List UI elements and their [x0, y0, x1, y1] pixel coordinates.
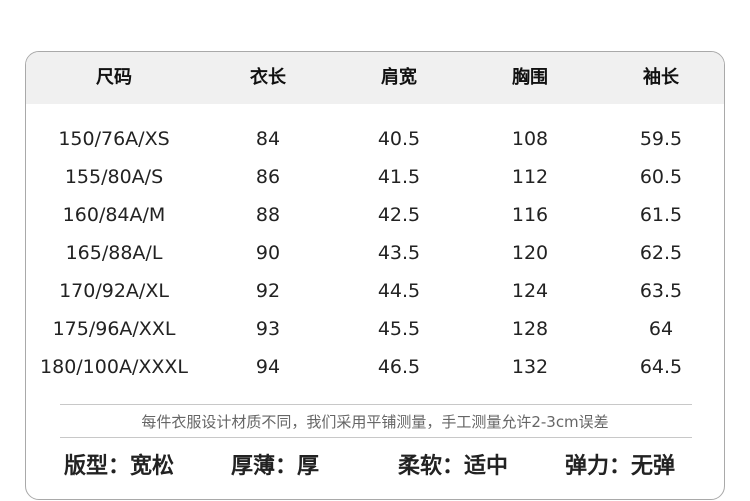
cell-length: 90: [255, 242, 281, 264]
thickness-attribute: 厚薄：厚: [231, 454, 320, 479]
cell-chest: 116: [511, 204, 549, 226]
header-chest: 胸围: [512, 67, 548, 88]
cell-size: 150/76A/XS: [58, 128, 170, 150]
cell-size: 160/84A/M: [62, 204, 166, 226]
cell-sleeve: 62.5: [639, 242, 683, 264]
cell-length: 88: [255, 204, 281, 226]
cell-chest: 120: [511, 242, 549, 264]
size-chart-card: 尺码 衣长 肩宽 胸围 袖长 150/76A/XS 84 40.5 108 59…: [25, 51, 725, 500]
cell-shoulder: 42.5: [377, 204, 421, 226]
cell-chest: 128: [511, 318, 549, 340]
header-length: 衣长: [250, 67, 286, 88]
cell-shoulder: 40.5: [377, 128, 421, 150]
cell-chest: 108: [511, 128, 549, 150]
measurement-note: 每件衣服设计材质不同，我们采用平铺测量，手工测量允许2-3cm误差: [141, 413, 609, 431]
cell-sleeve: 64: [648, 318, 674, 340]
fit-attribute: 版型：宽松: [64, 454, 175, 479]
cell-size: 180/100A/XXXL: [40, 356, 188, 378]
cell-sleeve: 63.5: [639, 280, 683, 302]
cell-chest: 124: [511, 280, 549, 302]
table-row: 150/76A/XS 84 40.5 108 59.5: [26, 120, 724, 158]
table-row: 180/100A/XXXL 94 46.5 132 64.5: [26, 348, 724, 386]
cell-sleeve: 64.5: [639, 356, 683, 378]
table-row: 170/92A/XL 92 44.5 124 63.5: [26, 272, 724, 310]
softness-attribute: 柔软：适中: [398, 454, 509, 479]
table-row: 165/88A/L 90 43.5 120 62.5: [26, 234, 724, 272]
cell-sleeve: 60.5: [639, 166, 683, 188]
cell-shoulder: 43.5: [377, 242, 421, 264]
cell-length: 92: [255, 280, 281, 302]
cell-shoulder: 44.5: [377, 280, 421, 302]
cell-size: 165/88A/L: [65, 242, 163, 264]
elasticity-attribute: 弹力：无弹: [565, 454, 676, 479]
cell-chest: 132: [511, 356, 549, 378]
header-size: 尺码: [96, 67, 132, 88]
cell-size: 170/92A/XL: [59, 280, 169, 302]
note-divider-top: [60, 404, 692, 405]
cell-sleeve: 59.5: [639, 128, 683, 150]
cell-length: 93: [255, 318, 281, 340]
table-row: 155/80A/S 86 41.5 112 60.5: [26, 158, 724, 196]
table-row: 175/96A/XXL 93 45.5 128 64: [26, 310, 724, 348]
table-row: 160/84A/M 88 42.5 116 61.5: [26, 196, 724, 234]
cell-size: 155/80A/S: [64, 166, 164, 188]
cell-shoulder: 41.5: [377, 166, 421, 188]
cell-length: 84: [255, 128, 281, 150]
cell-shoulder: 45.5: [377, 318, 421, 340]
note-divider-bottom: [60, 437, 692, 438]
cell-length: 94: [255, 356, 281, 378]
cell-size: 175/96A/XXL: [52, 318, 176, 340]
cell-length: 86: [255, 166, 281, 188]
cell-chest: 112: [511, 166, 549, 188]
cell-shoulder: 46.5: [377, 356, 421, 378]
cell-sleeve: 61.5: [639, 204, 683, 226]
header-shoulder: 肩宽: [381, 67, 417, 88]
header-sleeve: 袖长: [643, 67, 679, 88]
table-header: 尺码 衣长 肩宽 胸围 袖长: [26, 52, 724, 104]
